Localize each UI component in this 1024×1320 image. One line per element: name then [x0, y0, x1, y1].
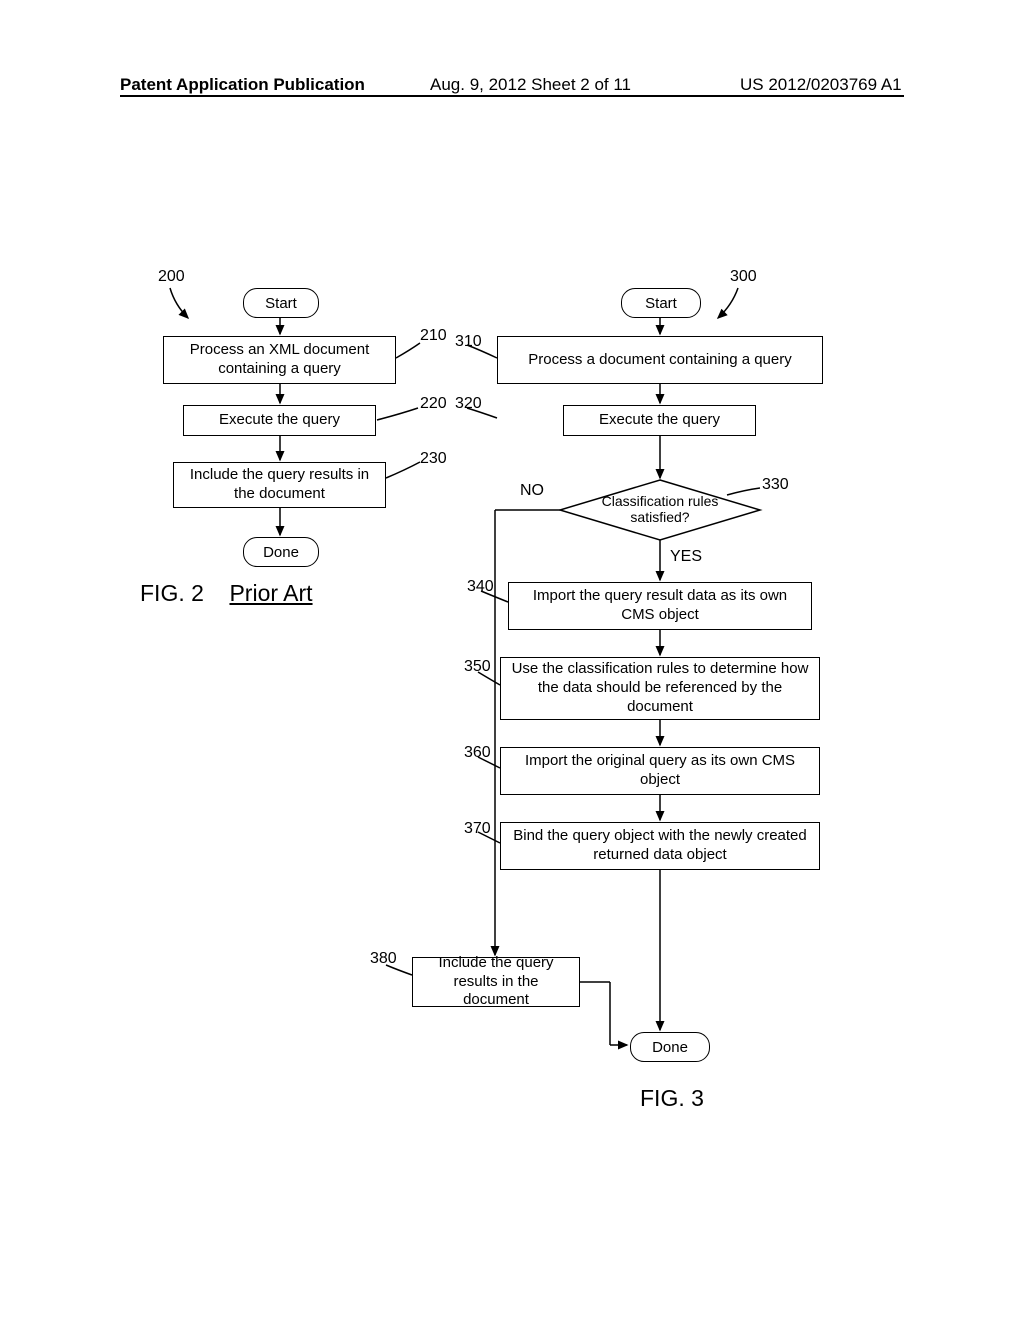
fig3-step-370: Bind the query object with the newly cre…	[500, 822, 820, 870]
fig3-no-label: NO	[520, 482, 544, 500]
fig3-start-text: Start	[645, 295, 677, 312]
fig2-step-220: Execute the query	[183, 405, 376, 436]
fig3-step-340-text: Import the query result data as its own …	[515, 587, 805, 625]
fig3-start-terminal: Start	[621, 288, 701, 318]
page: Patent Application Publication Aug. 9, 2…	[0, 0, 1024, 1320]
ref-330: 330	[762, 476, 789, 494]
ref-380: 380	[370, 950, 397, 968]
ref-310: 310	[455, 333, 482, 351]
fig2-done-terminal: Done	[243, 537, 319, 567]
fig3-step-350-text: Use the classification rules to determin…	[507, 660, 813, 716]
ref-300: 300	[730, 268, 757, 286]
ref-360: 360	[464, 744, 491, 762]
fig3-done-text: Done	[652, 1039, 688, 1056]
fig3-step-360: Import the original query as its own CMS…	[500, 747, 820, 795]
fig2-step-210-text: Process an XML document containing a que…	[170, 341, 389, 379]
ref-340: 340	[467, 578, 494, 596]
ref-220: 220	[420, 395, 447, 413]
fig2-done-text: Done	[263, 544, 299, 561]
fig2-step-230-text: Include the query results in the documen…	[180, 466, 379, 504]
fig3-step-340: Import the query result data as its own …	[508, 582, 812, 630]
fig3-step-380: Include the query results in the documen…	[412, 957, 580, 1007]
ref-210: 210	[420, 327, 447, 345]
ref-200: 200	[158, 268, 185, 286]
fig2-start-terminal: Start	[243, 288, 319, 318]
ref-230: 230	[420, 450, 447, 468]
ref-350: 350	[464, 658, 491, 676]
fig2-caption-fig: FIG. 2	[140, 580, 204, 606]
fig3-decision-330-text: Classification rules satisfied?	[590, 493, 730, 525]
ref-320: 320	[455, 395, 482, 413]
fig2-start-text: Start	[265, 295, 297, 312]
fig2-caption-sub: Prior Art	[229, 580, 312, 606]
fig3-caption: FIG. 3	[640, 1085, 704, 1112]
fig3-step-380-text: Include the query results in the documen…	[419, 954, 573, 1010]
fig3-step-320: Execute the query	[563, 405, 756, 436]
fig3-step-360-text: Import the original query as its own CMS…	[507, 752, 813, 790]
fig3-step-350: Use the classification rules to determin…	[500, 657, 820, 720]
fig3-step-320-text: Execute the query	[599, 411, 720, 430]
fig3-step-310-text: Process a document containing a query	[528, 351, 792, 370]
fig3-step-310: Process a document containing a query	[497, 336, 823, 384]
fig2-step-220-text: Execute the query	[219, 411, 340, 430]
fig2-step-230: Include the query results in the documen…	[173, 462, 386, 508]
fig3-yes-label: YES	[670, 548, 702, 566]
fig2-step-210: Process an XML document containing a que…	[163, 336, 396, 384]
ref-370: 370	[464, 820, 491, 838]
fig3-step-370-text: Bind the query object with the newly cre…	[507, 827, 813, 865]
fig3-done-terminal: Done	[630, 1032, 710, 1062]
fig2-caption: FIG. 2 Prior Art	[140, 580, 313, 607]
